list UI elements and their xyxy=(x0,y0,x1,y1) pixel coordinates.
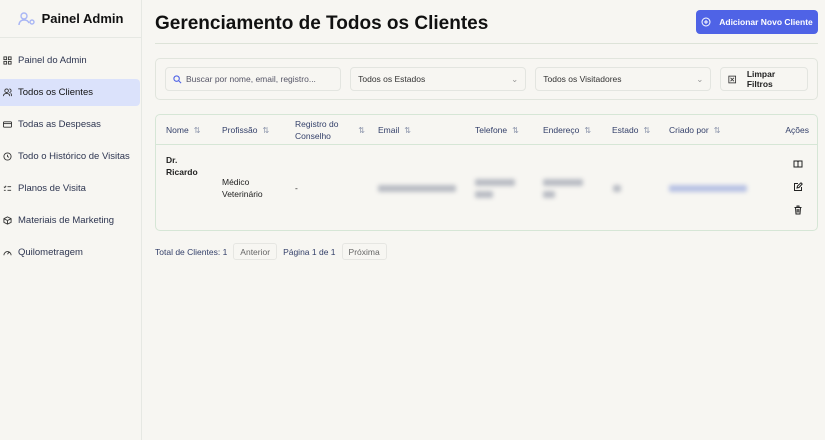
page-indicator: Página 1 de 1 xyxy=(283,246,336,257)
search-placeholder: Buscar por nome, email, registro... xyxy=(186,74,316,84)
view-details-icon[interactable] xyxy=(793,159,803,169)
sort-icon: ⇅ xyxy=(643,125,651,135)
search-icon xyxy=(173,74,182,83)
cell-telefone-redacted xyxy=(475,191,493,198)
filter-bar: Buscar por nome, email, registro... Todo… xyxy=(155,58,818,100)
cell-profissao: Médico Veterinário xyxy=(222,177,263,199)
sidebar-item-despesas[interactable]: Todas as Despesas xyxy=(0,111,140,138)
x-square-icon xyxy=(728,75,737,83)
pagination: Total de Clientes: 1 Anterior Página 1 d… xyxy=(155,243,387,260)
chevron-down-icon: ⌄ xyxy=(696,73,704,84)
cell-telefone-redacted xyxy=(475,179,515,186)
sidebar-item-label: Planos de Visita xyxy=(18,183,86,194)
cell-nome: Dr. Ricardo xyxy=(166,155,198,177)
gauge-icon xyxy=(3,251,12,256)
sort-icon: ⇅ xyxy=(358,125,365,135)
history-icon xyxy=(3,152,12,161)
cell-email-redacted xyxy=(378,185,456,192)
brand-title: Painel Admin xyxy=(41,11,124,26)
state-select[interactable]: Todos os Estados ⌄ xyxy=(350,67,527,91)
sidebar-item-historico[interactable]: Todo o Histórico de Visitas xyxy=(0,143,140,170)
sort-icon: ⇅ xyxy=(512,125,519,135)
visitor-select-value: Todos os Visitadores xyxy=(543,74,622,84)
state-select-value: Todos os Estados xyxy=(358,74,426,84)
clear-filters-button[interactable]: Limpar Filtros xyxy=(720,67,808,91)
sidebar-item-label: Materiais de Marketing xyxy=(18,215,115,226)
column-header-email[interactable]: Email ⇅ xyxy=(378,115,411,145)
sidebar-item-marketing[interactable]: Materiais de Marketing xyxy=(0,207,140,234)
sidebar-item-label: Todas as Despesas xyxy=(18,119,101,130)
sort-icon: ⇅ xyxy=(193,125,201,135)
edit-icon[interactable] xyxy=(793,182,803,192)
total-clients: Total de Clientes: 1 xyxy=(155,246,228,257)
sort-icon: ⇅ xyxy=(404,125,411,135)
next-page-button[interactable]: Próxima xyxy=(341,243,387,260)
column-header-telefone[interactable]: Telefone ⇅ xyxy=(475,115,519,145)
trash-icon[interactable] xyxy=(793,205,803,215)
sidebar-item-painel-admin[interactable]: Painel do Admin xyxy=(0,47,140,74)
list-check-icon xyxy=(3,185,12,191)
visitor-select[interactable]: Todos os Visitadores ⌄ xyxy=(535,67,712,91)
sidebar-nav: Painel do Admin Todos os Clientes Todas … xyxy=(0,38,141,266)
sidebar-item-label: Todos os Clientes xyxy=(18,87,93,98)
column-header-registro[interactable]: Registro do Conselho ⇅ xyxy=(295,115,365,145)
page-title: Gerenciamento de Todos os Clientes xyxy=(155,13,489,34)
sidebar-item-label: Painel do Admin xyxy=(18,55,87,66)
column-header-endereco[interactable]: Endereço ⇅ xyxy=(543,115,591,145)
table-header: Nome ⇅ Profissão ⇅ Registro do Conselho ⇅ E… xyxy=(156,115,817,145)
sidebar-item-planos[interactable]: Planos de Visita xyxy=(0,175,140,202)
sort-icon: ⇅ xyxy=(262,125,270,135)
package-icon xyxy=(3,216,12,225)
sidebar-item-label: Todo o Histórico de Visitas xyxy=(18,151,130,162)
search-input[interactable]: Buscar por nome, email, registro... xyxy=(165,67,342,91)
grid-icon xyxy=(3,56,12,65)
column-header-acoes: Ações xyxy=(785,125,809,135)
sidebar-item-label: Quilometragem xyxy=(18,247,83,258)
add-client-button[interactable]: Adicionar Novo Cliente xyxy=(696,10,818,34)
clear-filters-label: Limpar Filtros xyxy=(746,69,776,89)
cell-endereco-redacted xyxy=(543,191,555,198)
cell-registro: - xyxy=(295,183,298,193)
column-header-profissao[interactable]: Profissão ⇅ xyxy=(222,115,269,145)
sort-icon: ⇅ xyxy=(713,125,721,135)
sidebar-item-todos-clientes[interactable]: Todos os Clientes xyxy=(0,79,140,106)
chevron-down-icon: ⌄ xyxy=(511,73,519,84)
column-header-estado[interactable]: Estado ⇅ xyxy=(612,115,650,145)
previous-page-button[interactable]: Anterior xyxy=(233,243,278,260)
clients-table: Nome ⇅ Profissão ⇅ Registro do Conselho ⇅ E… xyxy=(155,114,818,231)
cell-endereco-redacted xyxy=(543,179,583,186)
column-header-criado-por[interactable]: Criado por ⇅ xyxy=(669,115,720,145)
users-icon xyxy=(3,88,12,97)
users-cog-icon xyxy=(17,11,35,25)
add-client-label: Adicionar Novo Cliente xyxy=(719,17,813,27)
cell-estado-redacted xyxy=(613,185,621,192)
plus-circle-icon xyxy=(701,17,711,27)
brand: Painel Admin xyxy=(0,0,141,38)
divider xyxy=(155,43,818,44)
sort-icon: ⇅ xyxy=(584,125,592,135)
column-header-nome[interactable]: Nome ⇅ xyxy=(166,115,200,145)
sidebar: Painel Admin Painel do Admin Todos os Cl… xyxy=(0,0,142,440)
cell-criado-por-redacted xyxy=(669,185,747,192)
sidebar-item-quilometragem[interactable]: Quilometragem xyxy=(0,239,140,266)
wallet-icon xyxy=(3,121,12,128)
